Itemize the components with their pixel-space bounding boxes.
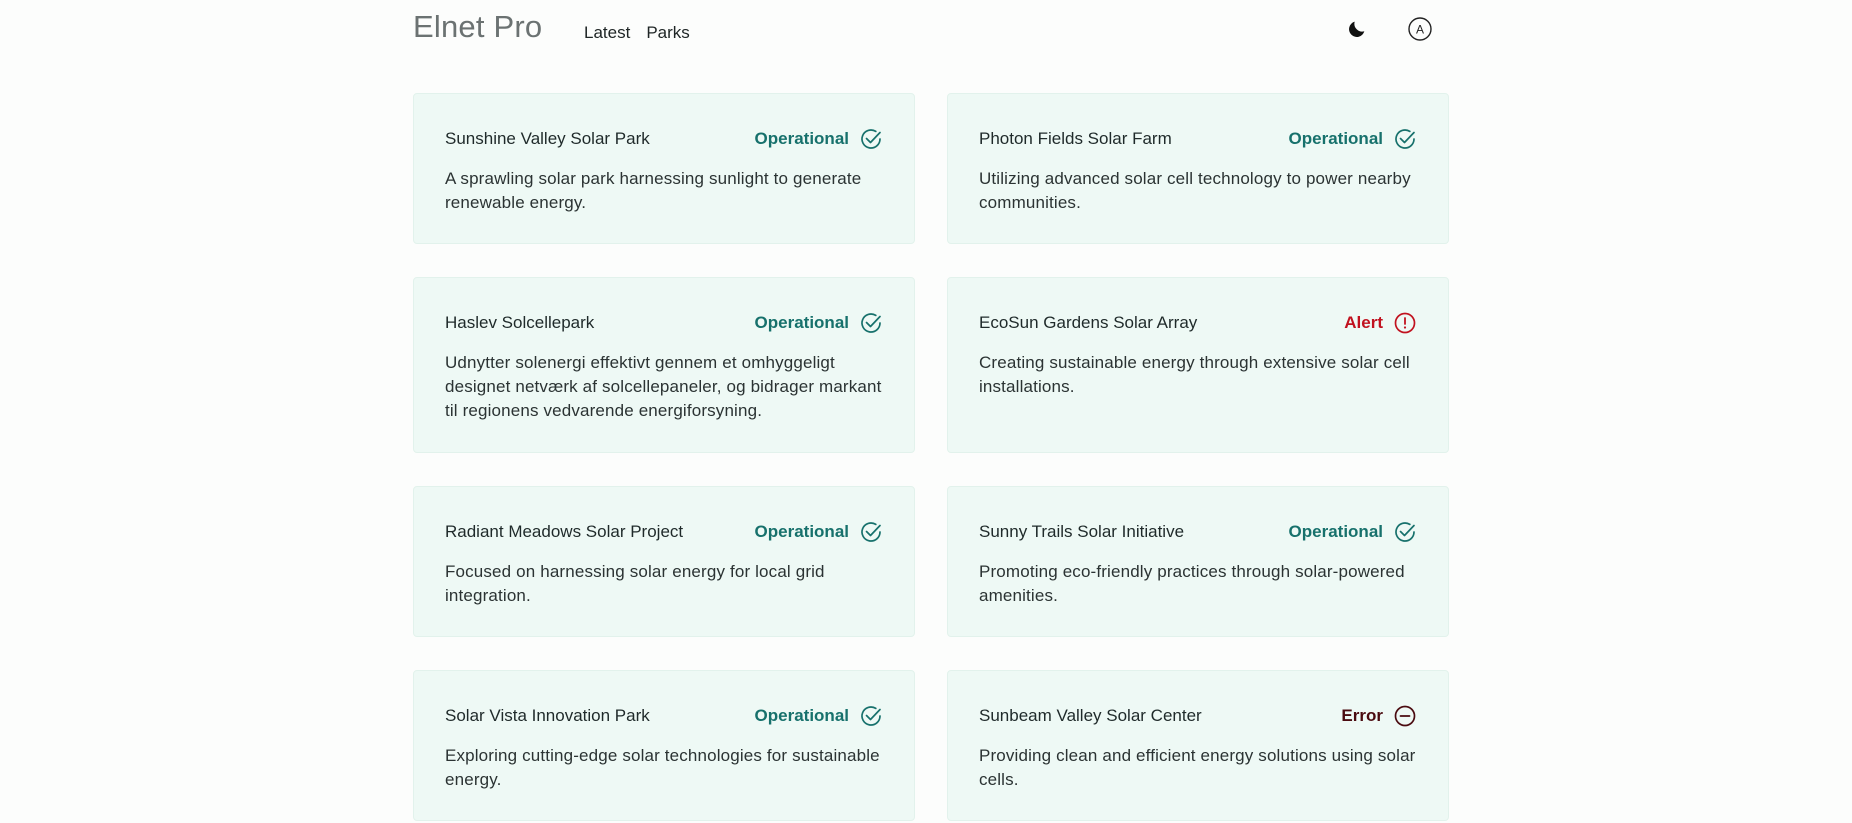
park-card-header: Haslev Solcellepark Operational — [445, 311, 883, 335]
park-status-label: Operational — [1288, 129, 1383, 148]
park-card[interactable]: EcoSun Gardens Solar Array Alert Creating … — [947, 277, 1449, 453]
park-description: Udnytter solenergi effektivt gennem et o… — [445, 353, 882, 420]
status-icon — [1393, 127, 1417, 151]
park-description: Exploring cutting-edge solar technologie… — [445, 746, 880, 789]
nav-link-parks[interactable]: Parks — [646, 23, 689, 43]
park-status-badge: Operational — [755, 520, 883, 544]
language-button[interactable]: A — [1406, 15, 1434, 43]
park-card-header: Photon Fields Solar Farm Operational — [979, 127, 1417, 151]
status-icon — [859, 520, 883, 544]
status-icon — [1393, 520, 1417, 544]
alert-circle-icon — [1394, 312, 1416, 334]
park-description: Promoting eco-friendly practices through… — [979, 562, 1405, 605]
park-status-label: Operational — [754, 313, 849, 332]
park-description: A sprawling solar park harnessing sunlig… — [445, 169, 862, 212]
park-status-badge: Operational — [1289, 520, 1417, 544]
park-description: Utilizing advanced solar cell technology… — [979, 169, 1411, 212]
park-description: Focused on harnessing solar energy for l… — [445, 562, 825, 605]
park-name: Sunny Trails Solar Initiative — [979, 522, 1185, 541]
park-status-badge: Operational — [755, 127, 883, 151]
park-status-label: Operational — [754, 706, 849, 725]
check-circle-icon — [1395, 522, 1415, 542]
park-name: Photon Fields Solar Farm — [979, 129, 1172, 148]
park-card-header: EcoSun Gardens Solar Array Alert — [979, 311, 1417, 335]
park-status-badge: Alert — [1344, 311, 1417, 335]
check-circle-icon — [861, 129, 881, 149]
status-icon — [859, 704, 883, 728]
park-description: Providing clean and efficient energy sol… — [979, 746, 1416, 789]
park-status-badge: Error — [1341, 704, 1417, 728]
nav-link-latest[interactable]: Latest — [584, 23, 630, 43]
theme-toggle-button[interactable] — [1343, 15, 1371, 43]
park-name: EcoSun Gardens Solar Array — [979, 313, 1198, 332]
park-status-label: Error — [1341, 706, 1383, 725]
language-a-icon: A — [1408, 17, 1432, 41]
svg-text:A: A — [1416, 23, 1424, 37]
moon-icon — [1349, 21, 1365, 37]
brand-logo-text[interactable]: Elnet Pro — [413, 9, 542, 45]
park-card-header: Radiant Meadows Solar Project Operational — [445, 520, 883, 544]
park-name: Radiant Meadows Solar Project — [445, 522, 684, 541]
check-circle-icon — [861, 706, 881, 726]
park-card[interactable]: Sunbeam Valley Solar Center Error Providin… — [947, 670, 1449, 821]
minus-circle-icon — [1394, 705, 1416, 727]
park-card-header: Solar Vista Innovation Park Operational — [445, 704, 883, 728]
park-card[interactable]: Solar Vista Innovation Park Operational Ex… — [413, 670, 915, 821]
park-card[interactable]: Sunshine Valley Solar Park Operational A s… — [413, 93, 915, 244]
status-icon — [859, 127, 883, 151]
park-status-badge: Operational — [755, 704, 883, 728]
status-icon — [1393, 311, 1417, 335]
top-header: Elnet Pro Latest Parks A — [413, 0, 1449, 60]
park-status-label: Operational — [754, 129, 849, 148]
park-card[interactable]: Sunny Trails Solar Initiative Operational… — [947, 486, 1449, 637]
park-description: Creating sustainable energy through exte… — [979, 353, 1410, 396]
main-nav: Latest Parks — [584, 23, 706, 43]
park-status-badge: Operational — [1289, 127, 1417, 151]
check-circle-icon — [1395, 129, 1415, 149]
park-name: Haslev Solcellepark — [445, 313, 595, 332]
park-card-header: Sunbeam Valley Solar Center Error — [979, 704, 1417, 728]
check-circle-icon — [861, 313, 881, 333]
park-status-label: Operational — [754, 522, 849, 541]
park-status-label: Alert — [1344, 313, 1383, 332]
park-card[interactable]: Photon Fields Solar Farm Operational Utili… — [947, 93, 1449, 244]
park-status-badge: Operational — [755, 311, 883, 335]
park-card[interactable]: Haslev Solcellepark Operational Udnytter s… — [413, 277, 915, 453]
check-circle-icon — [861, 522, 881, 542]
park-card[interactable]: Radiant Meadows Solar Project Operational… — [413, 486, 915, 637]
park-name: Sunbeam Valley Solar Center — [979, 706, 1202, 725]
park-card-header: Sunny Trails Solar Initiative Operational — [979, 520, 1417, 544]
park-name: Sunshine Valley Solar Park — [445, 129, 650, 148]
park-card-header: Sunshine Valley Solar Park Operational — [445, 127, 883, 151]
park-name: Solar Vista Innovation Park — [445, 706, 650, 725]
status-icon — [1393, 704, 1417, 728]
park-status-label: Operational — [1288, 522, 1383, 541]
status-icon — [859, 311, 883, 335]
parks-grid: Sunshine Valley Solar Park Operational A s… — [413, 93, 1449, 821]
